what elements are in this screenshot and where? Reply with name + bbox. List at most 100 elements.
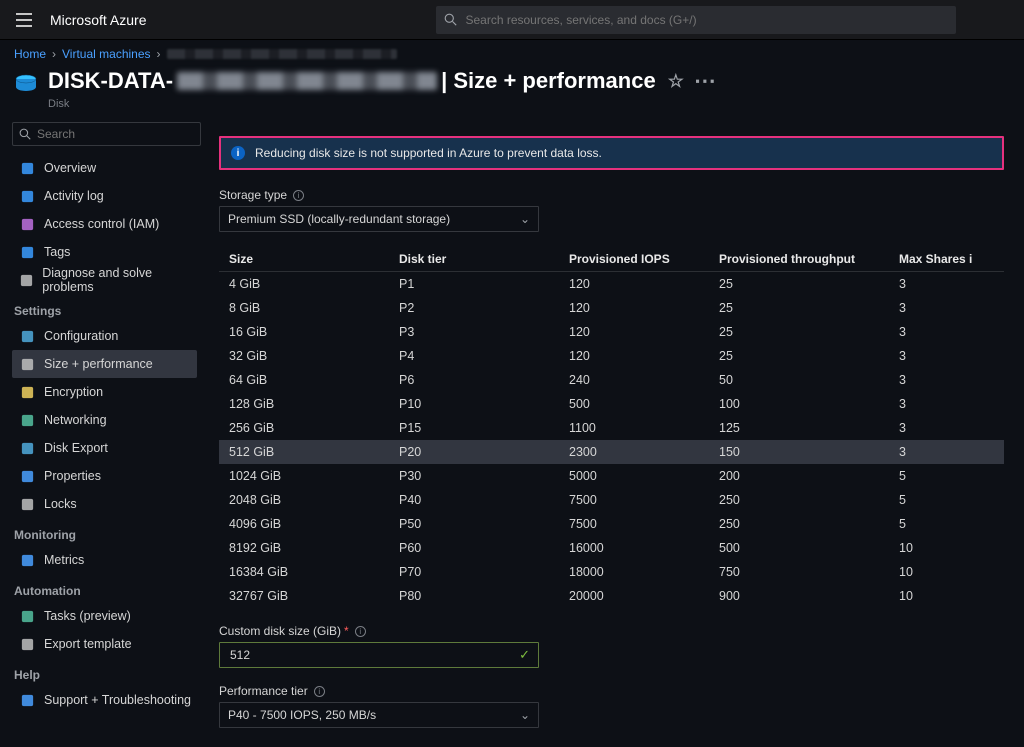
sidebar-search-input[interactable] bbox=[35, 126, 194, 142]
sidebar-item-diagnose[interactable]: Diagnose and solve problems bbox=[12, 266, 197, 294]
chevron-down-icon: ⌄ bbox=[520, 212, 530, 226]
table-row[interactable]: 16 GiBP3120253 bbox=[219, 320, 1004, 344]
sidebar-item-tags[interactable]: Tags bbox=[12, 238, 197, 266]
col-size[interactable]: Size bbox=[219, 252, 399, 266]
custom-size-field[interactable]: ✓ bbox=[219, 642, 539, 668]
cell-tput: 50 bbox=[719, 373, 899, 387]
storage-type-label: Storage typei bbox=[219, 188, 1004, 202]
page-title: DISK-DATA- | Size + performance ☆ ⋯ bbox=[48, 68, 718, 94]
breadcrumb-home[interactable]: Home bbox=[14, 47, 46, 61]
info-hint-icon[interactable]: i bbox=[293, 190, 304, 201]
sidebar-item-iam[interactable]: Access control (IAM) bbox=[12, 210, 197, 238]
cell-shares: 5 bbox=[899, 469, 989, 483]
cell-tput: 900 bbox=[719, 589, 899, 603]
cell-iops: 120 bbox=[569, 349, 719, 363]
sidebar-item-locks[interactable]: Locks bbox=[12, 490, 197, 518]
custom-size-input[interactable] bbox=[228, 647, 519, 663]
sidebar-item-networking[interactable]: Networking bbox=[12, 406, 197, 434]
table-row[interactable]: 128 GiBP105001003 bbox=[219, 392, 1004, 416]
global-search[interactable] bbox=[436, 6, 956, 34]
storage-type-select[interactable]: Premium SSD (locally-redundant storage) … bbox=[219, 206, 539, 232]
info-hint-icon[interactable]: i bbox=[355, 626, 366, 637]
sidebar-item-diskexport[interactable]: Disk Export bbox=[12, 434, 197, 462]
cell-iops: 7500 bbox=[569, 517, 719, 531]
sizeperf-icon bbox=[18, 355, 36, 373]
sidebar-item-label: Diagnose and solve problems bbox=[42, 266, 191, 294]
cell-tput: 500 bbox=[719, 541, 899, 555]
cell-shares: 3 bbox=[899, 277, 989, 291]
sidebar-item-label: Tags bbox=[44, 245, 70, 259]
col-iops[interactable]: Provisioned IOPS bbox=[569, 252, 719, 266]
perf-tier-select[interactable]: P40 - 7500 IOPS, 250 MB/s ⌄ bbox=[219, 702, 539, 728]
tags-icon bbox=[18, 243, 36, 261]
table-row[interactable]: 32767 GiBP802000090010 bbox=[219, 584, 1004, 608]
sidebar-item-exporttpl[interactable]: Export template bbox=[12, 630, 197, 658]
table-row[interactable]: 64 GiBP6240503 bbox=[219, 368, 1004, 392]
cell-size: 16 GiB bbox=[219, 325, 399, 339]
table-row[interactable]: 512 GiBP2023001503 bbox=[219, 440, 1004, 464]
main-content: i Reducing disk size is not supported in… bbox=[205, 118, 1024, 747]
breadcrumb-vms[interactable]: Virtual machines bbox=[62, 47, 151, 61]
table-row[interactable]: 4096 GiBP5075002505 bbox=[219, 512, 1004, 536]
cell-tier: P15 bbox=[399, 421, 569, 435]
sidebar-item-label: Encryption bbox=[44, 385, 103, 399]
info-hint-icon[interactable]: i bbox=[969, 252, 972, 266]
sidebar-item-label: Properties bbox=[44, 469, 101, 483]
overflow-menu-icon[interactable]: ⋯ bbox=[694, 68, 718, 94]
cell-shares: 5 bbox=[899, 493, 989, 507]
sidebar-item-label: Networking bbox=[44, 413, 107, 427]
cell-tput: 250 bbox=[719, 517, 899, 531]
table-row[interactable]: 2048 GiBP4075002505 bbox=[219, 488, 1004, 512]
brand-label: Microsoft Azure bbox=[50, 12, 146, 28]
sidebar-item-label: Overview bbox=[44, 161, 96, 175]
cell-shares: 3 bbox=[899, 349, 989, 363]
sidebar-item-label: Activity log bbox=[44, 189, 104, 203]
cell-iops: 120 bbox=[569, 277, 719, 291]
cell-tput: 125 bbox=[719, 421, 899, 435]
favorite-icon[interactable]: ☆ bbox=[668, 71, 684, 92]
cell-tput: 100 bbox=[719, 397, 899, 411]
cell-iops: 500 bbox=[569, 397, 719, 411]
cell-tier: P6 bbox=[399, 373, 569, 387]
col-shares[interactable]: Max Shares i bbox=[899, 252, 989, 266]
info-hint-icon[interactable]: i bbox=[314, 686, 325, 697]
sidebar-search[interactable] bbox=[12, 122, 201, 146]
sidebar-item-activity[interactable]: Activity log bbox=[12, 182, 197, 210]
sidebar-item-properties[interactable]: Properties bbox=[12, 462, 197, 490]
table-row[interactable]: 4 GiBP1120253 bbox=[219, 272, 1004, 296]
global-search-input[interactable] bbox=[463, 12, 948, 28]
table-row[interactable]: 1024 GiBP3050002005 bbox=[219, 464, 1004, 488]
cell-tput: 200 bbox=[719, 469, 899, 483]
sidebar-item-metrics[interactable]: Metrics bbox=[12, 546, 197, 574]
metrics-icon bbox=[18, 551, 36, 569]
sidebar-item-config[interactable]: Configuration bbox=[12, 322, 197, 350]
nav-group-monitoring: Monitoring bbox=[14, 528, 197, 542]
cell-tier: P30 bbox=[399, 469, 569, 483]
sidebar-item-tasks[interactable]: Tasks (preview) bbox=[12, 602, 197, 630]
cell-size: 512 GiB bbox=[219, 445, 399, 459]
sidebar-item-support[interactable]: Support + Troubleshooting bbox=[12, 686, 197, 714]
table-row[interactable]: 8192 GiBP601600050010 bbox=[219, 536, 1004, 560]
cell-shares: 3 bbox=[899, 301, 989, 315]
sidebar-item-overview[interactable]: Overview bbox=[12, 154, 197, 182]
table-row[interactable]: 8 GiBP2120253 bbox=[219, 296, 1004, 320]
cell-tier: P20 bbox=[399, 445, 569, 459]
table-row[interactable]: 256 GiBP1511001253 bbox=[219, 416, 1004, 440]
tasks-icon bbox=[18, 607, 36, 625]
table-row[interactable]: 32 GiBP4120253 bbox=[219, 344, 1004, 368]
cell-size: 4096 GiB bbox=[219, 517, 399, 531]
cell-size: 16384 GiB bbox=[219, 565, 399, 579]
cell-tier: P4 bbox=[399, 349, 569, 363]
sidebar-item-encryption[interactable]: Encryption bbox=[12, 378, 197, 406]
col-tier[interactable]: Disk tier bbox=[399, 252, 569, 266]
cell-iops: 20000 bbox=[569, 589, 719, 603]
nav-group-settings: Settings bbox=[14, 304, 197, 318]
col-tput[interactable]: Provisioned throughput bbox=[719, 252, 899, 266]
search-icon bbox=[19, 128, 31, 140]
sidebar-item-label: Access control (IAM) bbox=[44, 217, 159, 231]
sidebar-item-sizeperf[interactable]: Size + performance bbox=[12, 350, 197, 378]
table-row[interactable]: 16384 GiBP701800075010 bbox=[219, 560, 1004, 584]
cell-shares: 10 bbox=[899, 589, 989, 603]
title-masked bbox=[177, 72, 437, 90]
hamburger-icon[interactable] bbox=[12, 8, 36, 32]
